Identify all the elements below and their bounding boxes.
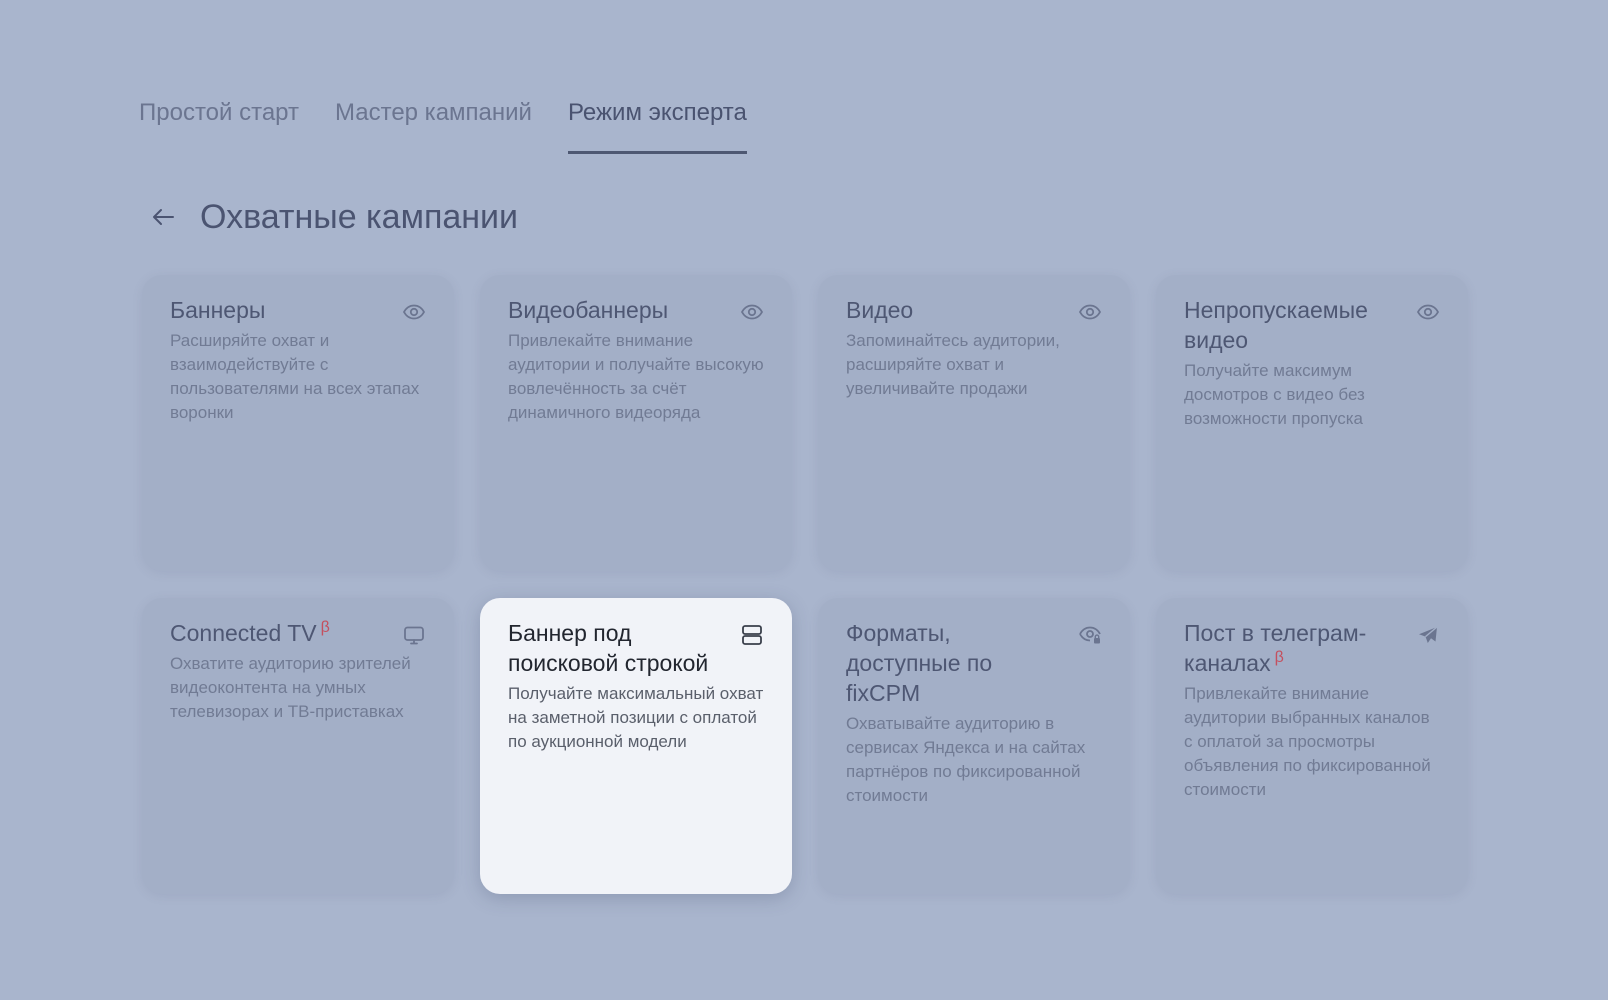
card-description: Получайте максимальный охват на заметной… [508,684,764,751]
card-description: Получайте максимум досмотров с видео без… [1184,361,1365,428]
card-description: Привлекайте внимание аудитории выбранных… [1184,684,1431,799]
card-title: Баннер под поисковой строкой [508,620,709,676]
card-description: Расширяйте охват и взаимодействуйте с по… [170,331,420,422]
tab-campaign-wizard[interactable]: Мастер кампаний [335,88,532,154]
card-title: Видеобаннеры [508,297,669,323]
card-connected-tv[interactable]: Connected TV β Охватите аудиторию зрителе… [142,598,454,894]
card-video-banners[interactable]: Видеобаннеры Привлекайте внимание аудито… [480,275,792,571]
card-description: Охватите аудиторию зрителей видеоконтент… [170,654,411,721]
card-video[interactable]: Видео Запоминайтесь аудитории, расширяйт… [818,275,1130,571]
eye-icon [1416,300,1440,324]
page-title: Охватные кампании [200,197,519,236]
arrow-left-icon [153,209,174,225]
tab-simple-start[interactable]: Простой старт [139,88,299,154]
card-description: Привлекайте внимание аудитории и получай… [508,331,764,422]
card-title: Баннеры [170,297,266,323]
back-button[interactable] [148,202,178,232]
beta-badge: β [320,619,330,637]
card-description: Охватывайте аудиторию в сервисах Яндекса… [846,714,1086,805]
card-title: Непропускаемые видео [1184,297,1368,353]
card-search-banner[interactable]: Баннер под поисковой строкой Получайте м… [480,598,792,894]
search-banner-icon [740,623,764,647]
card-banners[interactable]: Баннеры Расширяйте охват и взаимодейству… [142,275,454,571]
eye-icon [402,300,426,324]
eye-icon [740,300,764,324]
mode-tabs: Простой старт Мастер кампаний Режим эксп… [139,88,747,154]
beta-badge: β [1274,649,1284,667]
campaign-type-grid: Баннеры Расширяйте охват и взаимодейству… [142,275,1468,894]
card-telegram-post[interactable]: Пост в телеграм-каналах β Привлекайте вни… [1156,598,1468,894]
eye-icon [1078,300,1102,324]
tv-icon [402,623,426,647]
card-title: Видео [846,297,914,323]
card-description: Запоминайтесь аудитории, расширяйте охва… [846,331,1060,398]
card-fixcpm-formats[interactable]: Форматы, доступные по fixCPM Охватывайте… [818,598,1130,894]
tab-expert-mode[interactable]: Режим эксперта [567,88,747,154]
eye-lock-icon [1078,623,1102,647]
page-header: Охватные кампании [148,192,518,242]
telegram-icon [1416,623,1440,647]
card-title: Форматы, доступные по fixCPM [846,620,993,706]
card-non-skippable-video[interactable]: Непропускаемые видео Получайте максимум … [1156,275,1468,571]
card-title: Connected TV β [170,619,330,646]
card-title: Пост в телеграм-каналах β [1184,620,1367,676]
